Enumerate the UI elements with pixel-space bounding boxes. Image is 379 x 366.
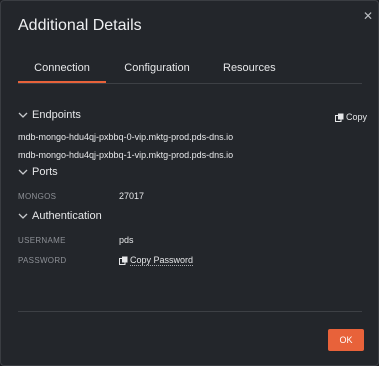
ok-button[interactable]: OK bbox=[328, 329, 364, 351]
chevron-down-icon bbox=[18, 213, 28, 219]
tab-configuration[interactable]: Configuration bbox=[122, 62, 192, 83]
copy-password-label: Copy Password bbox=[130, 255, 194, 266]
tab-bar: Connection Configuration Resources bbox=[18, 61, 362, 84]
footer-divider bbox=[18, 311, 362, 312]
copy-endpoints-button[interactable]: Copy bbox=[335, 112, 367, 122]
additional-details-dialog: Additional Details ✕ Connection Configur… bbox=[0, 0, 379, 366]
authentication-header-label: Authentication bbox=[32, 210, 102, 222]
chevron-down-icon bbox=[18, 169, 28, 175]
port-key: MONGOS bbox=[18, 192, 57, 201]
chevron-down-icon bbox=[18, 112, 28, 118]
copy-password-button[interactable]: Copy Password bbox=[119, 255, 194, 266]
endpoint-item: mdb-mongo-hdu4qj-pxbbq-0-vip.mktg-prod.p… bbox=[18, 132, 234, 142]
tab-connection[interactable]: Connection bbox=[18, 62, 106, 83]
endpoint-item: mdb-mongo-hdu4qj-pxbbq-1-vip.mktg-prod.p… bbox=[18, 150, 234, 160]
ports-header-label: Ports bbox=[32, 166, 58, 178]
password-key: PASSWORD bbox=[18, 256, 67, 265]
port-value: 27017 bbox=[119, 191, 145, 201]
copy-icon bbox=[335, 113, 344, 122]
authentication-section-header[interactable]: Authentication bbox=[18, 210, 102, 222]
endpoints-section-header[interactable]: Endpoints bbox=[18, 109, 81, 121]
copy-icon bbox=[119, 256, 128, 265]
tab-resources[interactable]: Resources bbox=[223, 62, 276, 83]
dialog-title: Additional Details bbox=[18, 17, 142, 34]
username-value: pds bbox=[119, 235, 134, 245]
copy-endpoints-label: Copy bbox=[346, 112, 368, 122]
ports-section-header[interactable]: Ports bbox=[18, 166, 58, 178]
endpoints-header-label: Endpoints bbox=[32, 109, 81, 121]
username-key: USERNAME bbox=[18, 236, 66, 245]
close-icon[interactable]: ✕ bbox=[363, 9, 373, 23]
